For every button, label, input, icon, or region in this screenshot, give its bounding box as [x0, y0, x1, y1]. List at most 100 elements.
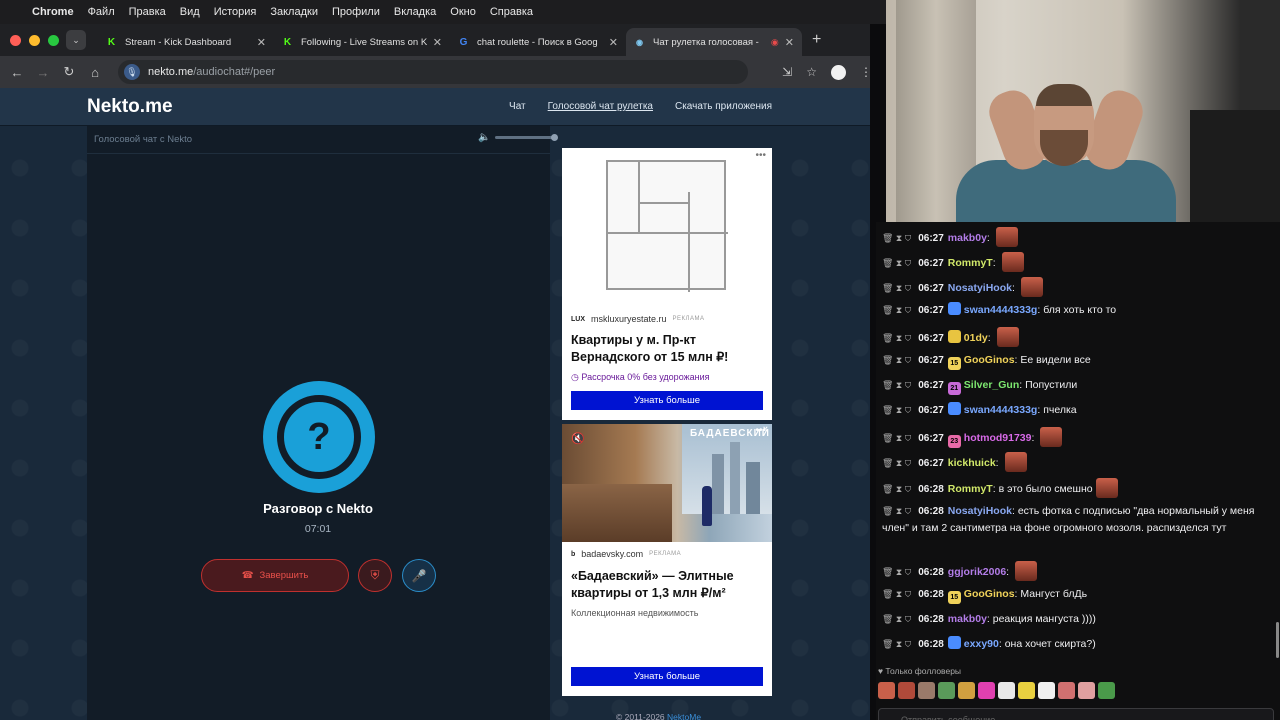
chat-username[interactable]: RommyT — [948, 257, 993, 269]
zoom-window-button[interactable] — [48, 34, 59, 46]
menu-view[interactable]: Вид — [180, 6, 200, 18]
moderation-icons[interactable]: 🗑 ⧗ ⛉ — [882, 355, 911, 365]
moderation-icons[interactable]: 🗑 ⧗ ⛉ — [882, 614, 911, 624]
report-button[interactable]: ⛨ — [358, 559, 392, 592]
site-logo[interactable]: Nekto.me — [87, 96, 173, 118]
nav-chat[interactable]: Чат — [509, 101, 526, 112]
moderation-icons[interactable]: 🗑 ⧗ ⛉ — [882, 380, 911, 390]
back-icon[interactable]: ← — [4, 65, 30, 80]
menu-tab[interactable]: Вкладка — [394, 6, 436, 18]
moderation-icons[interactable]: 🗑 ⧗ ⛉ — [882, 258, 911, 268]
moderation-icons[interactable]: 🗑 ⧗ ⛉ — [882, 305, 911, 315]
chat-username[interactable]: kickhuick — [948, 457, 996, 469]
moderation-icons[interactable]: 🗑 ⧗ ⛉ — [882, 639, 911, 649]
moderation-icons[interactable]: 🗑 ⧗ ⛉ — [882, 283, 911, 293]
chat-input[interactable]: Отправить сообщение — [878, 708, 1274, 720]
nav-download-apps[interactable]: Скачать приложения — [675, 101, 772, 112]
emote-icon[interactable] — [998, 682, 1015, 699]
moderation-icons[interactable]: 🗑 ⧗ ⛉ — [882, 484, 911, 494]
menu-profiles[interactable]: Профили — [332, 6, 380, 18]
emote-icon[interactable] — [978, 682, 995, 699]
copyright-link[interactable]: NektoMe — [667, 712, 701, 720]
emote-icon[interactable] — [898, 682, 915, 699]
tab-nekto-voice[interactable]: ◉ Чат рулетка голосовая - ◉ ✕ — [626, 28, 802, 56]
close-tab-icon[interactable]: ✕ — [609, 36, 618, 49]
app-menu-chrome[interactable]: Chrome — [32, 6, 74, 18]
tab-search-chevron-icon[interactable]: ⌄ — [66, 30, 86, 50]
emote-icon[interactable] — [918, 682, 935, 699]
emote-icon[interactable] — [1018, 682, 1035, 699]
chat-username[interactable]: Silver_Gun — [964, 379, 1019, 391]
chat-username[interactable]: exxy90 — [964, 638, 999, 650]
moderation-icons[interactable]: 🗑 ⧗ ⛉ — [882, 567, 911, 577]
url-bar[interactable]: 🎙 nekto.me/audiochat#/peer — [118, 60, 748, 84]
emote-icon[interactable] — [938, 682, 955, 699]
emote-icon[interactable] — [1038, 682, 1055, 699]
microphone-button[interactable]: 🎤 — [402, 559, 436, 592]
home-icon[interactable]: ⌂ — [82, 65, 108, 80]
menu-file[interactable]: Файл — [88, 6, 115, 18]
ad-options-icon[interactable]: ••• — [755, 150, 766, 161]
ad-options-icon[interactable]: ••• — [755, 425, 766, 436]
emote-icon[interactable] — [958, 682, 975, 699]
install-app-icon[interactable]: ⇲ — [782, 65, 792, 79]
chat-username[interactable]: makb0y — [948, 613, 987, 625]
ad-headline[interactable]: «Бадаевский» — Элитные квартиры от 1,3 м… — [571, 568, 766, 602]
chat-username[interactable]: GooGinos — [964, 588, 1015, 600]
moderation-icons[interactable]: 🗑 ⧗ ⛉ — [882, 589, 911, 599]
chat-username[interactable]: makb0y — [948, 232, 987, 244]
mute-icon[interactable]: 🔇 — [571, 432, 585, 445]
tab-kick-following[interactable]: K Following - Live Streams on K ✕ — [274, 28, 450, 56]
chat-username[interactable]: hotmod91739 — [964, 432, 1032, 444]
close-tab-icon[interactable]: ✕ — [785, 36, 794, 49]
menu-edit[interactable]: Правка — [129, 6, 166, 18]
chat-username[interactable]: swan4444333g — [964, 304, 1038, 316]
chat-username[interactable]: ggjorik2006 — [948, 566, 1006, 578]
nav-voice-roulette[interactable]: Голосовой чат рулетка — [548, 101, 653, 112]
menu-bookmarks[interactable]: Закладки — [270, 6, 318, 18]
chat-username[interactable]: swan4444333g — [964, 404, 1038, 416]
menu-window[interactable]: Окно — [450, 6, 476, 18]
end-call-button[interactable]: ☎ Завершить — [201, 559, 349, 592]
moderation-icons[interactable]: 🗑 ⧗ ⛉ — [882, 506, 911, 516]
new-tab-icon[interactable]: + — [812, 31, 821, 49]
message-text: она хочет скирта?) — [1004, 638, 1096, 650]
moderation-icons[interactable]: 🗑 ⧗ ⛉ — [882, 333, 911, 343]
ad-headline[interactable]: Квартиры у м. Пр-кт Вернадского от 15 мл… — [571, 332, 766, 366]
moderation-icons[interactable]: 🗑 ⧗ ⛉ — [882, 233, 911, 243]
chat-username[interactable]: RommyT — [948, 483, 993, 495]
ad-learn-more-button[interactable]: Узнать больше — [571, 391, 763, 410]
close-window-button[interactable] — [10, 34, 21, 46]
forward-icon[interactable]: → — [30, 65, 56, 80]
close-tab-icon[interactable]: ✕ — [257, 36, 266, 49]
emote-icon[interactable] — [1058, 682, 1075, 699]
emote-icon[interactable] — [878, 682, 895, 699]
chat-username[interactable]: GooGinos — [964, 354, 1015, 366]
tab-google-search[interactable]: G chat roulette - Поиск в Goog ✕ — [450, 28, 626, 56]
moderation-icons[interactable]: 🗑 ⧗ ⛉ — [882, 433, 911, 443]
profile-avatar-icon[interactable] — [831, 64, 846, 80]
bookmark-star-icon[interactable]: ☆ — [806, 65, 817, 79]
menu-history[interactable]: История — [214, 6, 257, 18]
emote-icon[interactable] — [1078, 682, 1095, 699]
menu-help[interactable]: Справка — [490, 6, 533, 18]
ad-learn-more-button[interactable]: Узнать больше — [571, 667, 763, 686]
microphone-permission-icon[interactable]: 🎙 — [124, 64, 140, 80]
tab-kick-dashboard[interactable]: K Stream - Kick Dashboard ✕ — [98, 28, 274, 56]
message-time: 06:27 — [918, 305, 944, 316]
volume-control[interactable]: 🔈 — [478, 132, 559, 143]
reload-icon[interactable]: ↻ — [56, 64, 82, 80]
volume-slider[interactable] — [495, 134, 559, 141]
advertisement-apartments[interactable]: ••• LUX mskluxuryestate.ru РЕКЛАМА Кварт… — [562, 148, 772, 420]
speaker-icon[interactable]: 🔈 — [478, 132, 490, 143]
close-tab-icon[interactable]: ✕ — [433, 36, 442, 49]
moderation-icons[interactable]: 🗑 ⧗ ⛉ — [882, 458, 911, 468]
chat-username[interactable]: NosatyiHook — [948, 282, 1012, 294]
emote-icon[interactable] — [1098, 682, 1115, 699]
chat-username[interactable]: 01dy — [964, 332, 988, 344]
moderation-icons[interactable]: 🗑 ⧗ ⛉ — [882, 405, 911, 415]
chat-scrollbar[interactable] — [1276, 622, 1279, 658]
chat-username[interactable]: NosatyiHook — [948, 505, 1012, 517]
minimize-window-button[interactable] — [29, 34, 40, 46]
advertisement-badaevsky[interactable]: БАДАЕВСКИЙ 🔇 ••• b badaevsky.com РЕКЛАМА… — [562, 424, 772, 696]
